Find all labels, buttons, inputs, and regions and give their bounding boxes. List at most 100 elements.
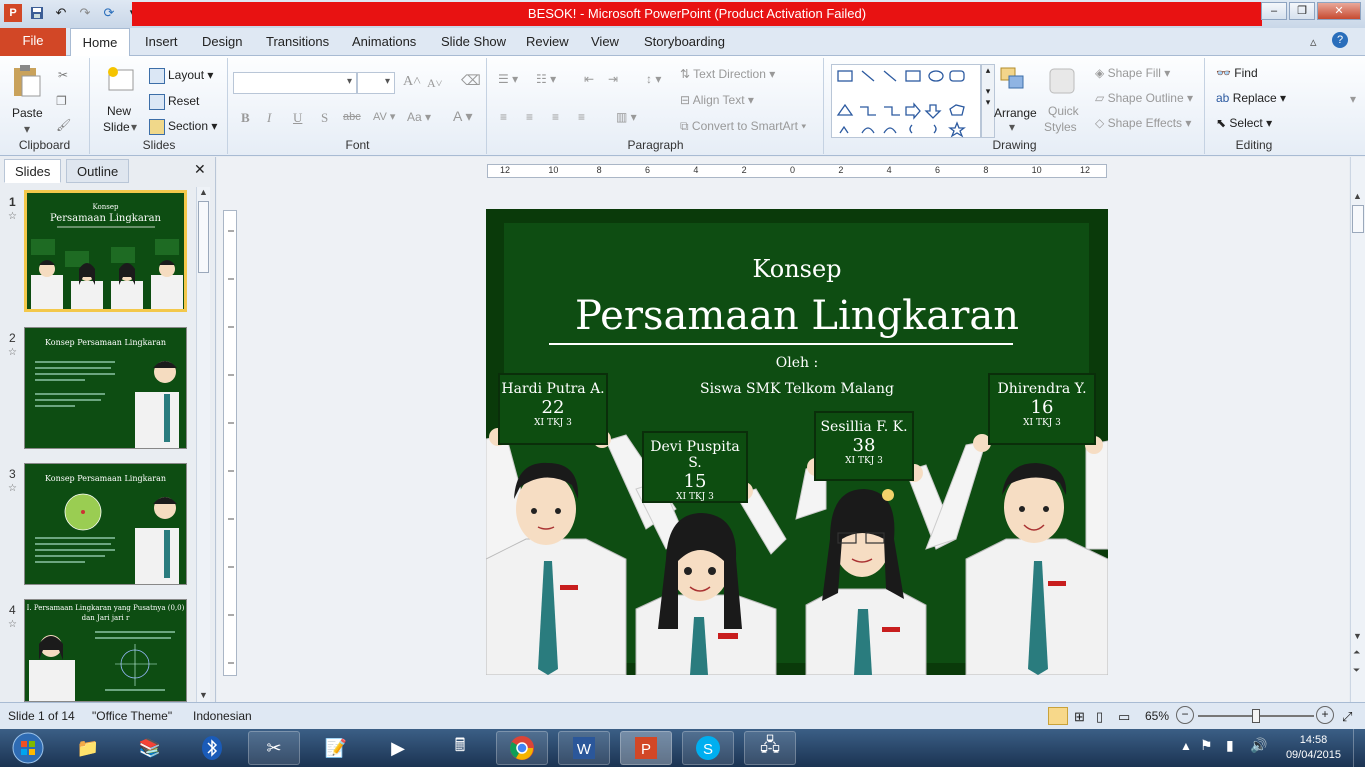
paste-button[interactable]: Paste	[12, 106, 43, 120]
justify-icon[interactable]: ≡	[578, 110, 585, 124]
powerpoint-app-icon[interactable]: P	[4, 4, 22, 22]
arrange-icon[interactable]	[999, 66, 1029, 96]
align-center-icon[interactable]: ≡	[526, 110, 533, 124]
action-center-icon[interactable]: ⚑	[1200, 737, 1213, 754]
slide-thumbnail-1[interactable]: Konsep Persamaan Lingkaran	[24, 190, 187, 312]
quick-styles-button[interactable]: Quick	[1048, 104, 1079, 118]
find-button[interactable]: 👓 Find	[1216, 66, 1258, 80]
reading-view-icon[interactable]: ▯	[1096, 709, 1103, 725]
editor-scrollbar[interactable]: ▲ ▼ ⏶ ⏷	[1350, 157, 1365, 702]
normal-view-icon[interactable]	[1048, 707, 1068, 725]
strikethrough-icon[interactable]: abc	[343, 111, 361, 123]
paste-dropdown-icon[interactable]: ▾	[24, 122, 30, 136]
scroll-up-icon[interactable]: ▲	[1353, 191, 1362, 201]
increase-indent-icon[interactable]: ⇥	[608, 72, 618, 86]
font-size-combo[interactable]: ▾	[357, 72, 395, 94]
format-painter-icon[interactable]: 🖌	[56, 118, 71, 132]
media-player-icon[interactable]: ▶	[372, 731, 424, 765]
zoom-in-icon[interactable]: +	[1316, 706, 1334, 724]
tab-insert[interactable]: Insert	[145, 34, 178, 49]
text-direction-button[interactable]: ⇅ Text Direction ▾	[680, 67, 775, 81]
shapes-gallery-scroll[interactable]: ▴ ▾ ▾	[981, 64, 995, 138]
new-slide-button[interactable]: New	[107, 104, 131, 118]
show-hidden-icons[interactable]: ▲	[1180, 739, 1192, 753]
shape-fill-button[interactable]: ◈ Shape Fill ▾	[1095, 66, 1170, 80]
scroll-down-icon[interactable]: ▼	[199, 690, 208, 700]
scroll-up-icon[interactable]: ▲	[199, 187, 208, 197]
ribbon-scroll-icon[interactable]: ▾	[1350, 92, 1356, 106]
snipping-tool-icon[interactable]: ✂	[248, 731, 300, 765]
tab-animations[interactable]: Animations	[352, 34, 416, 49]
reset-button[interactable]: Reset	[149, 94, 199, 110]
numbering-icon[interactable]: ☷ ▾	[536, 72, 556, 86]
powerpoint-icon[interactable]: P	[620, 731, 672, 765]
new-slide-dropdown-icon[interactable]: ▾	[131, 120, 137, 134]
shape-effects-button[interactable]: ◇ Shape Effects ▾	[1095, 116, 1191, 130]
scroll-thumb[interactable]	[198, 201, 209, 273]
tab-outline[interactable]: Outline	[66, 159, 130, 183]
replace-button[interactable]: ab Replace ▾	[1216, 91, 1286, 105]
tab-review[interactable]: Review	[526, 34, 569, 49]
layout-button[interactable]: Layout ▾	[149, 68, 213, 84]
clear-formatting-icon[interactable]: ⌫	[461, 72, 481, 89]
tab-transitions[interactable]: Transitions	[266, 34, 329, 49]
tab-slide-show[interactable]: Slide Show	[441, 34, 506, 49]
scroll-down-icon[interactable]: ▼	[1353, 631, 1362, 641]
chrome-icon[interactable]	[496, 731, 548, 765]
align-text-button[interactable]: ⊟ Align Text ▾	[680, 93, 754, 107]
library-icon[interactable]: 📚	[124, 731, 176, 765]
slide-canvas[interactable]: Konsep Persamaan Lingkaran Oleh : Siswa …	[486, 209, 1108, 675]
maximize-icon[interactable]: ❐	[1289, 2, 1315, 20]
copy-icon[interactable]: ❐	[56, 94, 67, 108]
language[interactable]: Indonesian	[193, 709, 252, 723]
next-slide-icon[interactable]: ⏷	[1353, 665, 1360, 676]
cut-icon[interactable]: ✂	[58, 68, 68, 82]
close-icon[interactable]: ✕	[1317, 2, 1361, 20]
zoom-out-icon[interactable]: −	[1176, 706, 1194, 724]
redo-icon[interactable]: ↷	[76, 4, 94, 22]
italic-icon[interactable]: I	[267, 110, 271, 126]
undo-icon[interactable]: ↶	[52, 4, 70, 22]
grow-font-icon[interactable]: A˄	[403, 74, 421, 90]
slide-show-icon[interactable]: ▭	[1118, 709, 1130, 725]
tab-slides[interactable]: Slides	[4, 159, 62, 183]
scroll-thumb[interactable]	[1352, 205, 1364, 233]
bullets-icon[interactable]: ☰ ▾	[498, 72, 518, 86]
align-right-icon[interactable]: ≡	[552, 110, 559, 124]
convert-smartart-button[interactable]: ⧉ Convert to SmartArt ▾	[680, 119, 806, 134]
font-name-dropdown-icon[interactable]: ▾	[347, 76, 352, 87]
repeat-icon[interactable]: ⟳	[100, 4, 118, 22]
start-button-icon[interactable]	[2, 731, 54, 765]
zoom-slider-thumb[interactable]	[1252, 709, 1260, 723]
network-tool-icon[interactable]: 🖧	[744, 731, 796, 765]
quick-styles-icon[interactable]	[1047, 66, 1077, 96]
slide-sorter-icon[interactable]: ⊞	[1074, 709, 1085, 725]
fit-to-window-icon[interactable]: ⤢	[1342, 709, 1352, 725]
slide-thumbnail-2[interactable]: Konsep Persamaan Lingkaran	[24, 327, 187, 449]
underline-icon[interactable]: U	[293, 110, 302, 126]
show-desktop-button[interactable]	[1353, 729, 1365, 767]
skype-icon[interactable]: S	[682, 731, 734, 765]
clock[interactable]: 14:58 09/04/2015	[1286, 733, 1341, 763]
paste-icon[interactable]	[10, 64, 44, 98]
arrange-dropdown-icon[interactable]: ▾	[1009, 120, 1015, 134]
save-icon[interactable]	[28, 4, 46, 22]
tab-design[interactable]: Design	[202, 34, 242, 49]
character-spacing-icon[interactable]: AV ▾	[373, 110, 395, 123]
section-button[interactable]: Section ▾	[149, 119, 217, 135]
new-slide-button-line2[interactable]: Slide	[103, 120, 130, 134]
align-left-icon[interactable]: ≡	[500, 110, 507, 124]
network-icon[interactable]: ▮	[1226, 737, 1234, 754]
shape-outline-button[interactable]: ▱ Shape Outline ▾	[1095, 91, 1193, 105]
minimize-icon[interactable]: –	[1261, 2, 1287, 20]
previous-slide-icon[interactable]: ⏶	[1353, 647, 1360, 658]
new-slide-icon[interactable]	[105, 66, 135, 92]
arrange-button[interactable]: Arrange	[994, 106, 1037, 120]
calculator-icon[interactable]: 🖩	[434, 731, 486, 765]
tab-home[interactable]: Home	[70, 28, 130, 57]
tab-view[interactable]: View	[591, 34, 619, 49]
font-size-dropdown-icon[interactable]: ▾	[385, 76, 390, 87]
notepad-icon[interactable]: 📝	[310, 731, 362, 765]
columns-icon[interactable]: ▥ ▾	[616, 110, 637, 124]
file-explorer-icon[interactable]: 📁	[62, 731, 114, 765]
